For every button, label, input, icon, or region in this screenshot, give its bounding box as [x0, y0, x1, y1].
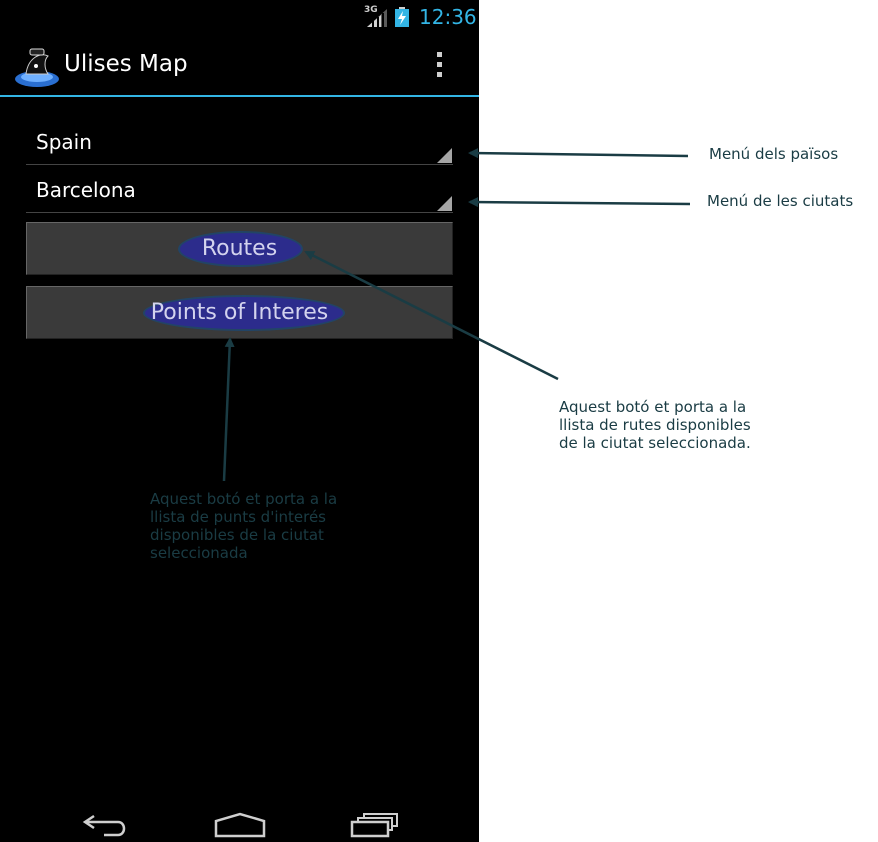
annotation-line: llista de punts d'interés — [150, 508, 326, 526]
poi-note-arrow — [222, 337, 235, 482]
poi-button-annotation: Aquest botó et porta a la llista de punt… — [150, 490, 337, 562]
annotation-line: Aquest botó et porta a la — [150, 490, 338, 508]
routes-button-annotation: Aquest botó et porta a la llista de rute… — [559, 398, 751, 452]
annotation-line: llista de rutes disponibles — [559, 416, 751, 434]
annotation-line: Aquest botó et porta a la — [559, 398, 747, 416]
city-menu-annotation: Menú de les ciutats — [707, 192, 854, 210]
country-menu-arrow — [468, 148, 689, 159]
city-menu-arrow — [468, 197, 691, 208]
annotation-line: seleccionada — [150, 544, 248, 562]
country-menu-annotation: Menú dels països — [709, 145, 839, 163]
annotation-line: disponibles de la ciutat — [150, 526, 324, 544]
annotation-line: de la ciutat seleccionada. — [559, 434, 751, 452]
routes-note-arrow — [304, 250, 559, 381]
